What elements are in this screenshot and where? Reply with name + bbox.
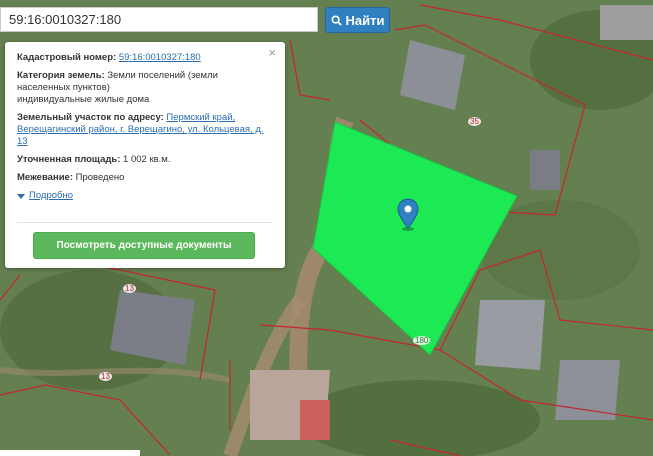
address-link[interactable]: Пермский край, [166, 112, 235, 123]
search-icon [330, 14, 342, 26]
search-button-label: Найти [345, 12, 385, 28]
parcel-info-panel: × Кадастровый номер: 59:16:0010327:180 К… [5, 42, 285, 268]
house-number-label: 13 [123, 284, 136, 293]
close-icon[interactable]: × [268, 46, 276, 59]
address-label: Земельный участок по адресу: [17, 112, 164, 123]
caret-down-icon [17, 193, 25, 199]
survey-label: Межевание: [17, 172, 73, 183]
category-value: Земли поселений (земли [107, 70, 218, 81]
address-link[interactable]: Верещагинский район, г. Верещагино, ул. … [17, 124, 264, 135]
category-label: Категория земель: [17, 70, 105, 81]
area-value: 1 002 кв.м. [123, 154, 171, 165]
house-number-label: 13 [99, 372, 112, 381]
details-toggle[interactable]: Подробно [17, 190, 273, 202]
area-label: Уточненная площадь: [17, 154, 121, 165]
survey-value: Проведено [75, 172, 125, 183]
house-number-label: 35 [468, 117, 481, 126]
cad-number-label: Кадастровый номер: [17, 52, 117, 63]
details-link[interactable]: Подробно [29, 190, 73, 202]
parcel-number-label: 180 [413, 336, 431, 345]
category-value: населенных пунктов) [17, 82, 110, 93]
search-input[interactable]: 59:16:0010327:180 [0, 7, 318, 32]
search-button[interactable]: Найти [325, 7, 390, 33]
address-link[interactable]: 13 [17, 136, 28, 147]
bottom-bar [0, 450, 140, 456]
view-documents-button[interactable]: Посмотреть доступные документы [33, 232, 255, 259]
category-value: индивидуальные жилые дома [17, 94, 150, 105]
divider [17, 222, 273, 223]
cad-number-link[interactable]: 59:16:0010327:180 [119, 52, 201, 63]
